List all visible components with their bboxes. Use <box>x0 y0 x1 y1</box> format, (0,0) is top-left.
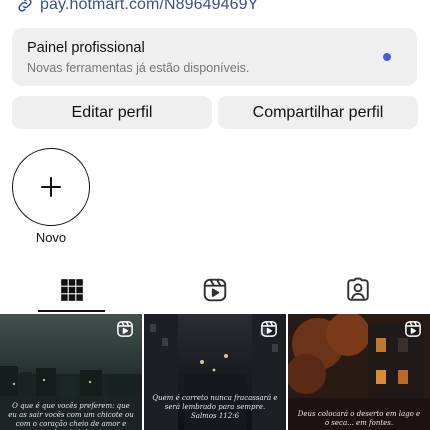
tagged-person-icon <box>346 277 369 301</box>
tab-tagged[interactable] <box>286 268 429 312</box>
post-caption: Deus colocará o deserto em lago e o seca… <box>297 410 421 427</box>
selected-tab-indicator <box>38 310 105 312</box>
reel-badge-icon <box>117 321 133 337</box>
grid-icon <box>60 279 83 301</box>
professional-dashboard-subtitle: Novas ferramentas já estão disponíveis. <box>27 61 250 75</box>
post-thumbnail[interactable]: Quem é correto nunca fracassará e será l… <box>144 314 286 430</box>
profile-link-row[interactable]: pay.hotmart.com/N89649469Y <box>16 0 258 16</box>
share-profile-button[interactable]: Compartilhar perfil <box>218 96 418 129</box>
plus-icon <box>41 177 61 197</box>
reels-icon <box>203 278 226 302</box>
link-icon <box>18 0 32 12</box>
new-highlight-button[interactable] <box>12 148 90 226</box>
reel-badge-icon <box>261 321 277 337</box>
profile-link[interactable]: pay.hotmart.com/N89649469Y <box>40 0 258 14</box>
new-highlight-label: Novo <box>35 230 67 245</box>
tab-posts-grid[interactable] <box>0 268 143 312</box>
notification-dot <box>383 53 391 61</box>
post-caption: Quem é correto nunca fracassará e será l… <box>152 394 278 420</box>
professional-dashboard-title: Painel profissional <box>27 40 145 56</box>
profile-tabs <box>0 268 430 312</box>
posts-grid: O que é que vocês preferem: que eu as sa… <box>0 314 430 430</box>
post-thumbnail[interactable]: Deus colocará o deserto em lago e o seca… <box>288 314 430 430</box>
tab-reels[interactable] <box>143 268 286 312</box>
reel-badge-icon <box>405 321 421 337</box>
edit-profile-button[interactable]: Editar perfil <box>12 96 212 129</box>
post-caption: O que é que vocês preferem: que eu as sa… <box>8 402 134 430</box>
professional-dashboard-card[interactable]: Painel profissional Novas ferramentas já… <box>12 28 417 86</box>
post-thumbnail[interactable]: O que é que vocês preferem: que eu as sa… <box>0 314 142 430</box>
